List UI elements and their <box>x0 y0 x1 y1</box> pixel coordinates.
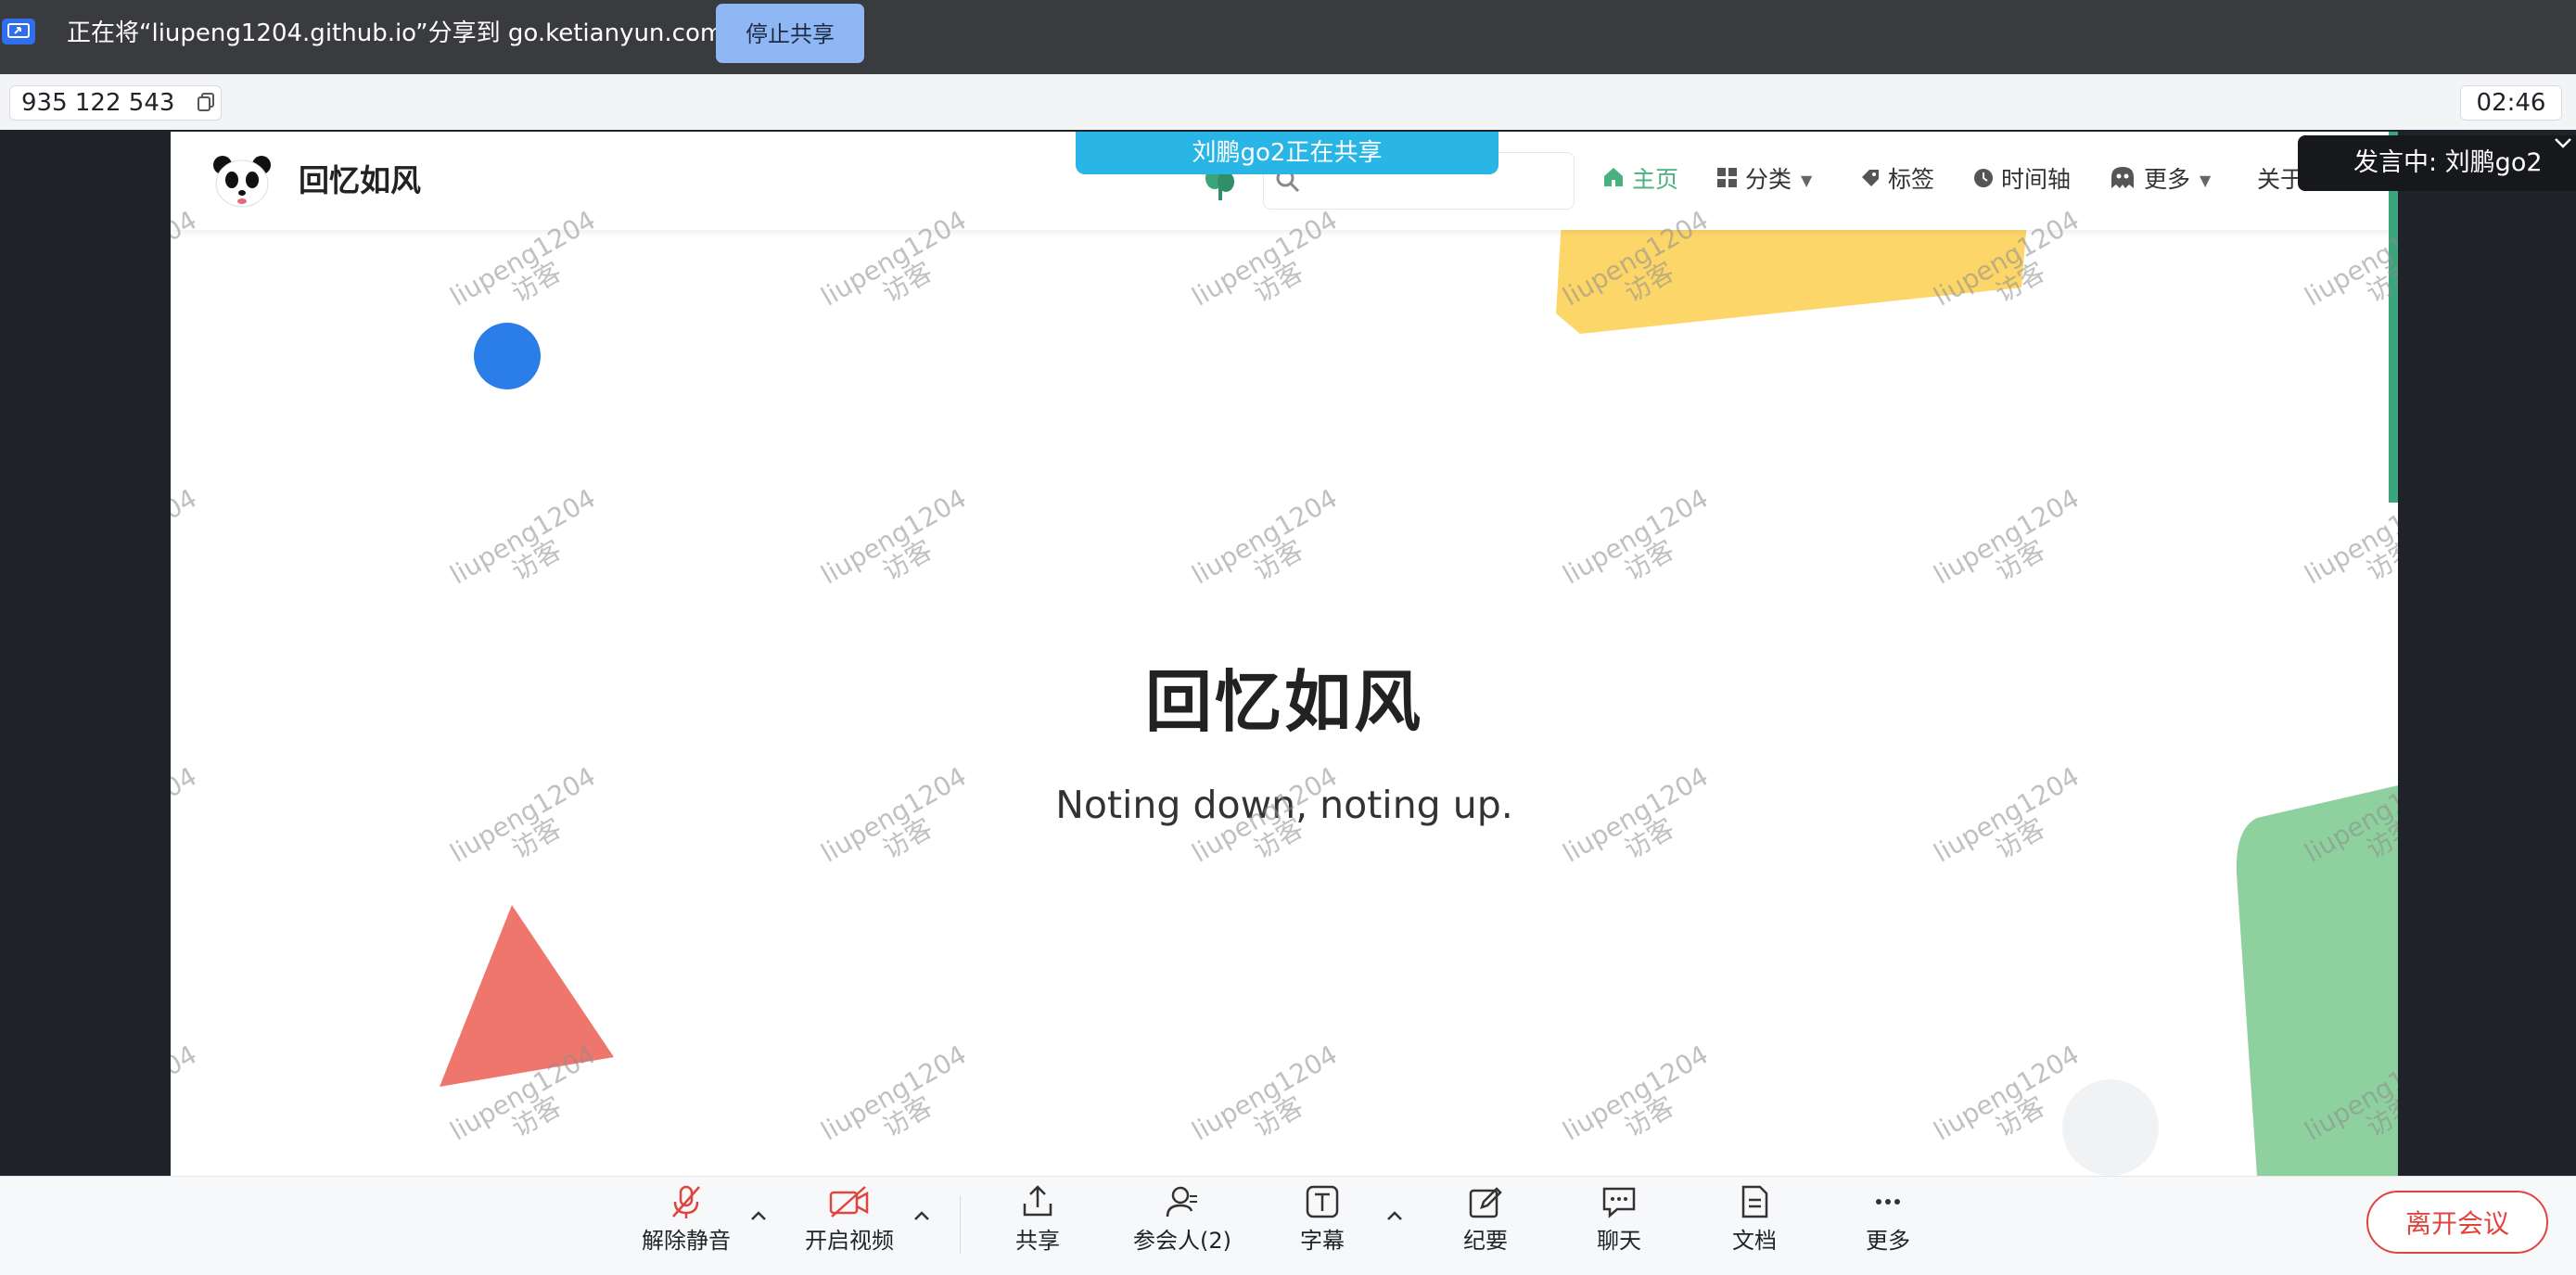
meeting-timer: 02:46 <box>2460 85 2562 121</box>
copy-icon[interactable] <box>197 92 217 112</box>
shared-screen: 回忆如风 主页 分类 ▼ 标签 时间轴 更多 ▼ 关于 回忆如风 Noting do… <box>171 132 2398 1176</box>
tag-icon <box>1860 160 1881 201</box>
chevron-up-icon[interactable] <box>911 1205 933 1228</box>
chevron-up-icon[interactable] <box>1384 1205 1406 1228</box>
notes-edit-icon <box>1469 1187 1502 1218</box>
panda-logo-icon[interactable] <box>211 154 273 210</box>
active-speaker-indicator: 发言中: 刘鹏go2 <box>2298 135 2576 191</box>
nav-timeline[interactable]: 时间轴 <box>1973 159 2071 200</box>
hero-title: 回忆如风 <box>1144 663 1423 741</box>
unmute-button[interactable]: 解除静音 <box>621 1183 751 1272</box>
nav-home[interactable]: 主页 <box>1602 159 1678 200</box>
mic-off-icon <box>672 1185 700 1218</box>
minutes-button[interactable]: 纪要 <box>1421 1183 1550 1272</box>
red-triangle-shape <box>440 905 614 1087</box>
grid-icon <box>1717 160 1738 201</box>
blue-dot-shape <box>474 323 541 389</box>
meeting-info-strip <box>0 74 2576 130</box>
green-shape <box>2236 785 2398 1176</box>
chat-icon <box>1602 1187 1636 1218</box>
chevron-down-icon: ▼ <box>1801 172 1813 189</box>
share-upload-icon <box>1023 1185 1052 1217</box>
more-button[interactable]: 更多 <box>1823 1183 1953 1272</box>
nav-categories[interactable]: 分类 ▼ <box>1717 159 1812 200</box>
site-brand[interactable]: 回忆如风 <box>299 158 421 204</box>
stop-share-button[interactable]: 停止共享 <box>716 4 864 63</box>
captions-icon <box>1306 1185 1339 1218</box>
chevron-down-icon: ▼ <box>2200 172 2212 189</box>
chat-button[interactable]: 聊天 <box>1554 1183 1684 1272</box>
share-button[interactable]: 共享 <box>973 1183 1103 1272</box>
docs-button[interactable]: 文档 <box>1690 1183 1819 1272</box>
nav-tags[interactable]: 标签 <box>1860 159 1934 200</box>
meeting-id: 935 122 543 <box>9 85 223 121</box>
sharer-banner[interactable]: 刘鹏go2正在共享 <box>1076 132 1498 174</box>
screen-share-icon <box>2 19 35 45</box>
nav-more[interactable]: 更多 ▼ <box>2109 159 2211 200</box>
chevron-up-icon[interactable] <box>747 1205 770 1228</box>
toolbar-divider <box>960 1196 961 1254</box>
ghost-icon <box>2109 160 2136 201</box>
participants-icon <box>1166 1186 1197 1218</box>
document-icon <box>1741 1185 1768 1218</box>
clock-icon <box>1973 160 1994 201</box>
more-dots-icon <box>1876 1199 1900 1205</box>
camera-off-icon <box>829 1186 869 1218</box>
hero-subtitle: Noting down, noting up. <box>1055 783 1513 827</box>
home-icon <box>1602 160 1625 201</box>
share-message: 正在将“liupeng1204.github.io”分享到 go.ketiany… <box>67 19 724 47</box>
start-video-button[interactable]: 开启视频 <box>784 1183 914 1272</box>
chevron-down-icon[interactable] <box>2552 132 2574 154</box>
nav-about[interactable]: 关于 <box>2257 159 2303 200</box>
leave-meeting-button[interactable]: 离开会议 <box>2366 1191 2548 1254</box>
participants-button[interactable]: 参会人(2) <box>1113 1183 1252 1272</box>
captions-button[interactable]: 字幕 <box>1257 1183 1387 1272</box>
grey-circle-shape <box>2062 1079 2159 1176</box>
yellow-shape <box>1556 221 2027 334</box>
